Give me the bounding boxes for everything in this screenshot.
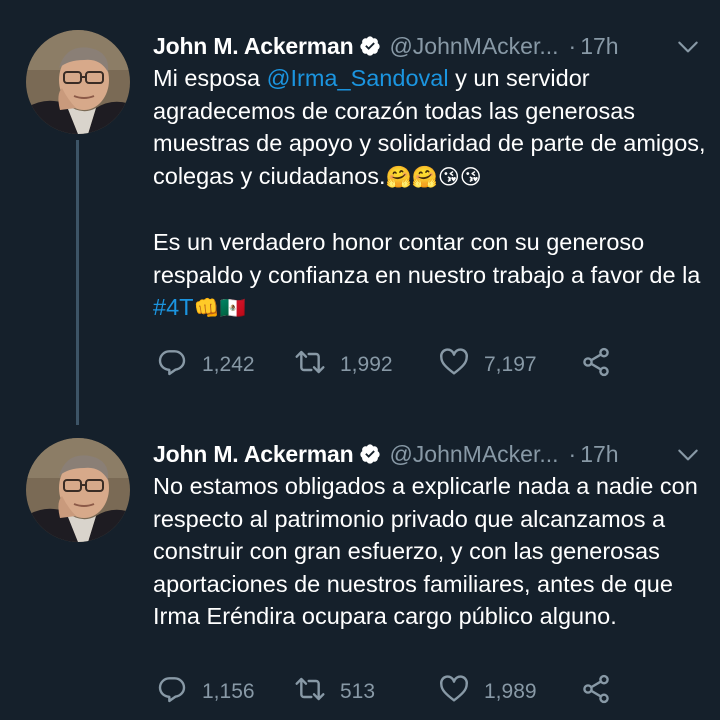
share-icon <box>580 346 626 384</box>
like-count: 1,989 <box>484 680 537 703</box>
author-handle[interactable]: @JohnMAcker... <box>389 33 558 60</box>
chevron-down-icon[interactable] <box>675 442 701 468</box>
author-handle[interactable]: @JohnMAcker... <box>389 441 558 468</box>
timestamp[interactable]: 17h <box>580 441 618 468</box>
tweet-text: Mi esposa @Irma_Sandoval y un servidor a… <box>153 62 713 326</box>
reply-button[interactable]: 1,156 <box>156 672 255 712</box>
mention-link[interactable]: @Irma_Sandoval <box>267 65 449 91</box>
author-name[interactable]: John M. Ackerman <box>153 441 354 468</box>
like-count: 7,197 <box>484 353 537 376</box>
timestamp[interactable]: 17h <box>580 33 618 60</box>
tweet-text: No estamos obligados a explicarle nada a… <box>153 470 713 633</box>
retweet-count: 513 <box>340 680 376 703</box>
reply-icon <box>156 346 202 384</box>
tweet-actions: 1,242 1,992 7,197 <box>156 345 656 385</box>
reply-icon <box>156 673 202 711</box>
reply-count: 1,242 <box>202 353 255 376</box>
like-button[interactable]: 7,197 <box>438 345 537 385</box>
avatar[interactable] <box>26 30 130 134</box>
separator-dot: · <box>568 440 577 467</box>
reply-count: 1,156 <box>202 680 255 703</box>
chevron-down-icon[interactable] <box>675 34 701 60</box>
retweet-icon <box>294 346 340 384</box>
reply-button[interactable]: 1,242 <box>156 345 255 385</box>
tweet-header: John M. Ackerman @JohnMAcker... · 17h <box>153 438 713 470</box>
thread-connector-line <box>76 140 79 425</box>
retweet-button[interactable]: 1,992 <box>294 345 393 385</box>
heart-icon <box>438 673 484 711</box>
emoji-group: 👊🇲🇽 <box>193 297 246 320</box>
author-name[interactable]: John M. Ackerman <box>153 33 354 60</box>
tweet-actions: 1,156 513 1,989 <box>156 672 656 712</box>
share-icon <box>580 673 626 711</box>
avatar[interactable] <box>26 438 130 542</box>
retweet-icon <box>294 673 340 711</box>
separator-dot: · <box>568 32 577 59</box>
verified-badge-icon <box>359 35 381 57</box>
tweet-paragraph: Es un verdadero honor contar con su gene… <box>153 229 701 320</box>
like-button[interactable]: 1,989 <box>438 672 537 712</box>
retweet-count: 1,992 <box>340 353 393 376</box>
retweet-button[interactable]: 513 <box>294 672 375 712</box>
tweet-paragraph: Mi esposa @Irma_Sandoval y un servidor a… <box>153 65 706 189</box>
heart-icon <box>438 346 484 384</box>
tweet-header: John M. Ackerman @JohnMAcker... · 17h <box>153 30 713 62</box>
verified-badge-icon <box>359 443 381 465</box>
share-button[interactable] <box>580 672 626 712</box>
emoji-group: 🤗🤗😘😘 <box>385 165 482 189</box>
tweet-paragraph: No estamos obligados a explicarle nada a… <box>153 473 698 629</box>
hashtag-link[interactable]: #4T <box>153 294 194 320</box>
share-button[interactable] <box>580 345 626 385</box>
